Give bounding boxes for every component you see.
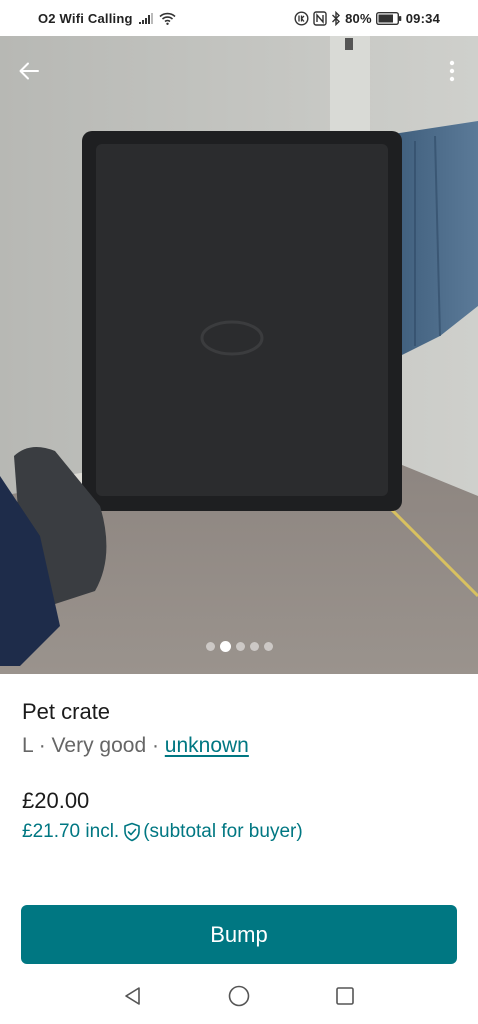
incl-note: (subtotal for buyer) [143,821,303,842]
wifi-icon [159,12,176,25]
nfc-icon [313,10,327,26]
status-left: O2 Wifi Calling [38,11,176,26]
pager-dot [205,642,215,651]
bluetooth-icon [331,10,341,26]
item-photo [0,36,478,674]
pager-dot [249,642,259,651]
volte-icon [294,10,309,26]
home-circle-icon [228,985,250,1007]
buyer-price[interactable]: £21.70 incl. (subtotal for buyer) [22,818,303,846]
more-vertical-icon [449,60,455,82]
brand-link[interactable]: unknown [165,734,249,757]
system-nav-bar [0,968,478,1024]
recents-square-icon [336,987,354,1005]
item-price: £20.00 [22,788,90,813]
status-bar: O2 Wifi Calling 80% 09:34 [0,0,478,36]
more-options-button[interactable] [440,56,464,86]
bump-button[interactable]: Bump [21,905,457,964]
nav-back-button[interactable] [113,976,153,1016]
carrier-label: O2 Wifi Calling [38,10,133,26]
pager-dot [219,641,231,652]
back-button[interactable] [14,56,44,86]
size-condition: L · Very good · [22,734,165,757]
status-right: 80% 09:34 [294,10,440,26]
signal-icon [138,12,153,24]
incl-label: incl. [85,821,120,842]
photo-pager [0,641,478,652]
back-triangle-icon [125,987,140,1005]
item-photo-gallery[interactable] [0,36,478,674]
buyer-price-value: £21.70 [22,821,81,842]
item-details: Pet crate L · Very good · unknown [22,698,452,760]
buyer-protection-icon [123,822,141,842]
nav-recents-button[interactable] [325,976,365,1016]
item-meta: L · Very good · unknown [22,732,452,760]
item-title: Pet crate [22,699,111,724]
pager-dot [263,642,273,651]
pager-dot [235,642,245,651]
nav-home-button[interactable] [219,976,259,1016]
battery-icon [375,11,402,25]
clock: 09:34 [405,10,440,26]
arrow-left-icon [19,62,39,80]
battery-percent: 80% [345,10,372,26]
